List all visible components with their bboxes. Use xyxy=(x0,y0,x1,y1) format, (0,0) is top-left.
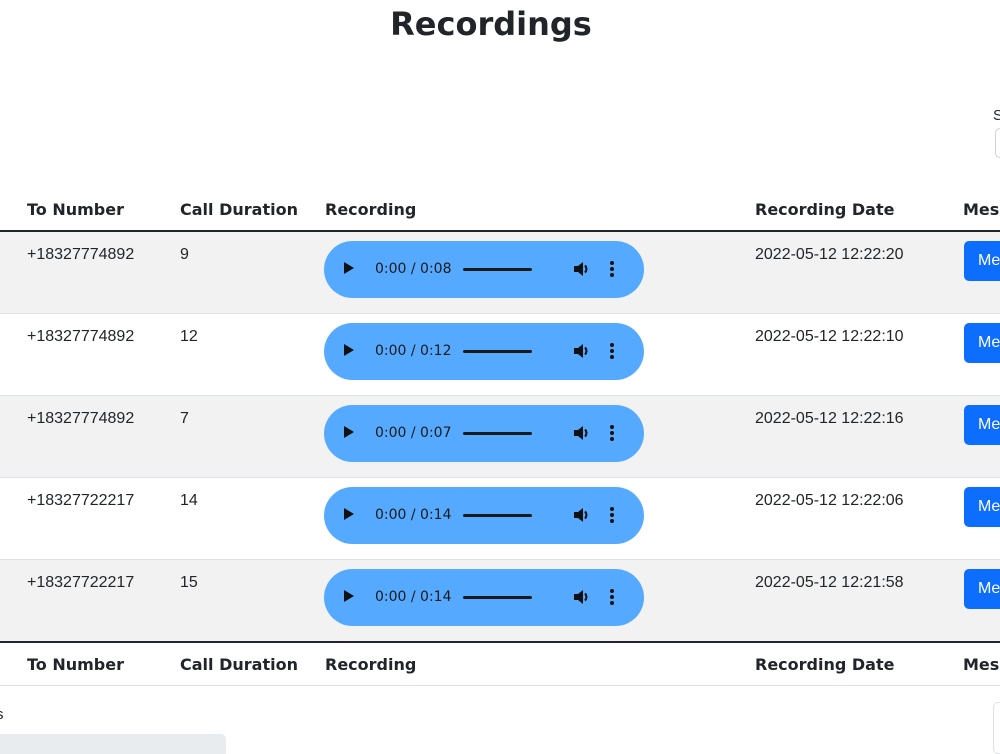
play-icon[interactable] xyxy=(344,590,354,602)
cell-recording-date: 2022-05-12 12:22:10 xyxy=(755,328,904,345)
audio-time: 0:00 / 0:08 xyxy=(375,261,452,277)
footer-call-duration[interactable]: Call Duration xyxy=(180,655,298,674)
footer-recording-date[interactable]: Recording Date xyxy=(755,655,894,674)
footer-recording[interactable]: Recording xyxy=(325,655,416,674)
play-icon[interactable] xyxy=(344,344,354,356)
audio-progress-slider[interactable] xyxy=(463,350,532,353)
more-vertical-icon[interactable] xyxy=(608,506,616,524)
message-button[interactable]: Me xyxy=(964,569,1000,609)
search-input[interactable] xyxy=(995,128,1000,158)
cell-to-number: +18327722217 xyxy=(27,492,135,509)
audio-progress-slider[interactable] xyxy=(463,268,532,271)
audio-time: 0:00 / 0:14 xyxy=(375,507,452,523)
message-button[interactable]: Me xyxy=(964,323,1000,363)
cell-to-number: +18327774892 xyxy=(27,328,135,345)
more-vertical-icon[interactable] xyxy=(608,588,616,606)
cell-recording-date: 2022-05-12 12:21:58 xyxy=(755,574,904,591)
audio-time: 0:00 / 0:07 xyxy=(375,425,452,441)
audio-progress-slider[interactable] xyxy=(463,514,532,517)
audio-player[interactable]: 0:00 / 0:14 xyxy=(324,569,644,626)
recordings-table: To Number Call Duration Recording Record… xyxy=(0,188,1000,686)
audio-time: 0:00 / 0:14 xyxy=(375,589,452,605)
header-to-number[interactable]: To Number xyxy=(27,200,124,219)
table-row: +18327722217 15 0:00 / 0:14 2022-05-12 12:2… xyxy=(0,560,1000,643)
footer-message[interactable]: Mess xyxy=(963,655,1000,674)
table-row: +18327722217 14 0:00 / 0:14 2022-05-12 12:2… xyxy=(0,478,1000,560)
more-vertical-icon[interactable] xyxy=(608,342,616,360)
header-recording-date[interactable]: Recording Date xyxy=(755,200,894,219)
more-vertical-icon[interactable] xyxy=(608,424,616,442)
audio-progress-slider[interactable] xyxy=(463,596,532,599)
audio-player[interactable]: 0:00 / 0:14 xyxy=(324,487,644,544)
table-row: +18327774892 9 0:00 / 0:08 2022-05-12 12:22… xyxy=(0,232,1000,314)
message-button[interactable]: Me xyxy=(964,487,1000,527)
volume-icon[interactable] xyxy=(572,342,592,360)
play-icon[interactable] xyxy=(344,262,354,274)
cell-to-number: +18327722217 xyxy=(27,574,135,591)
cell-recording-date: 2022-05-12 12:22:20 xyxy=(755,246,904,263)
footer-to-number[interactable]: To Number xyxy=(27,655,124,674)
table-header: To Number Call Duration Recording Record… xyxy=(0,188,1000,232)
audio-player[interactable]: 0:00 / 0:08 xyxy=(324,241,644,298)
message-button[interactable]: Me xyxy=(964,241,1000,281)
volume-icon[interactable] xyxy=(572,588,592,606)
message-button[interactable]: Me xyxy=(964,405,1000,445)
audio-player[interactable]: 0:00 / 0:12 xyxy=(324,323,644,380)
table-footer: To Number Call Duration Recording Record… xyxy=(0,643,1000,686)
page-length-select[interactable] xyxy=(0,734,226,754)
cell-call-duration: 7 xyxy=(180,410,189,427)
cell-recording-date: 2022-05-12 12:22:16 xyxy=(755,410,904,427)
cell-call-duration: 15 xyxy=(180,574,198,591)
pagination[interactable] xyxy=(993,702,1000,754)
play-icon[interactable] xyxy=(344,508,354,520)
cell-call-duration: 14 xyxy=(180,492,198,509)
more-vertical-icon[interactable] xyxy=(608,260,616,278)
cell-recording-date: 2022-05-12 12:22:06 xyxy=(755,492,904,509)
audio-time: 0:00 / 0:12 xyxy=(375,343,452,359)
cell-to-number: +18327774892 xyxy=(27,410,135,427)
header-call-duration[interactable]: Call Duration xyxy=(180,200,298,219)
cell-to-number: +18327774892 xyxy=(27,246,135,263)
search-label: S xyxy=(993,107,1000,124)
header-message[interactable]: Mess xyxy=(963,200,1000,219)
header-recording[interactable]: Recording xyxy=(325,200,416,219)
volume-icon[interactable] xyxy=(572,506,592,524)
table-row: +18327774892 7 0:00 / 0:07 2022-05-12 12:22… xyxy=(0,396,1000,478)
audio-player[interactable]: 0:00 / 0:07 xyxy=(324,405,644,462)
volume-icon[interactable] xyxy=(572,424,592,442)
table-info: s xyxy=(0,706,4,723)
table-body: +18327774892 9 0:00 / 0:08 2022-05-12 12:22… xyxy=(0,232,1000,643)
page-title: Recordings xyxy=(390,5,592,43)
audio-progress-slider[interactable] xyxy=(463,432,532,435)
cell-call-duration: 12 xyxy=(180,328,198,345)
volume-icon[interactable] xyxy=(572,260,592,278)
cell-call-duration: 9 xyxy=(180,246,189,263)
play-icon[interactable] xyxy=(344,426,354,438)
table-row: +18327774892 12 0:00 / 0:12 2022-05-12 12:2… xyxy=(0,314,1000,396)
